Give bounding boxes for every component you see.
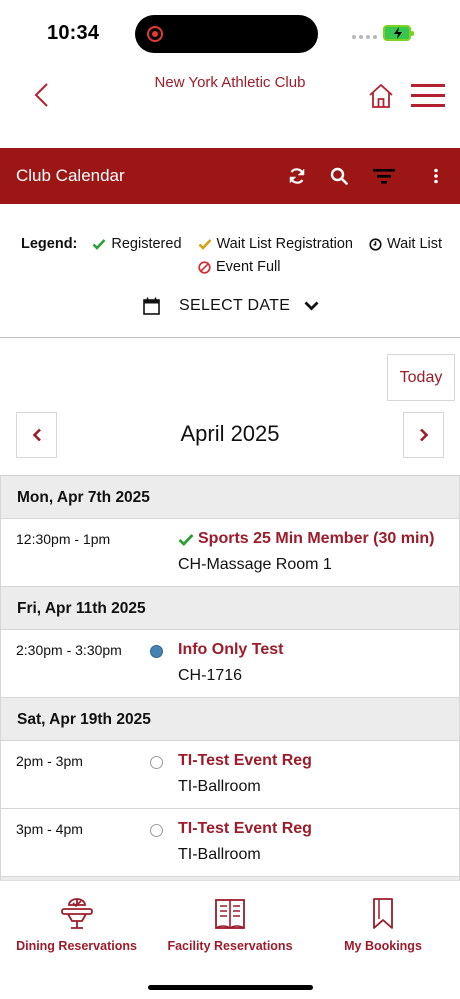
event-title[interactable]: Info Only Test — [178, 641, 283, 659]
book-open-icon — [215, 899, 245, 929]
registered-check-icon — [178, 533, 194, 546]
event-location: CH-1716 — [178, 667, 243, 684]
filter-icon — [373, 169, 395, 184]
event-location: CH-Massage Room 1 — [178, 556, 332, 573]
battery-charging-icon — [383, 25, 414, 41]
current-month: April 2025 — [180, 421, 280, 446]
event-title[interactable]: Sports 25 Min Member (30 min) — [178, 530, 435, 548]
more-options-button[interactable] — [422, 162, 450, 190]
more-vertical-icon — [434, 168, 438, 184]
event-row[interactable]: 2:30pm - 3:30pm Info Only Test CH-1716 — [0, 630, 460, 698]
next-month-button[interactable] — [403, 412, 444, 458]
dynamic-island — [135, 15, 318, 53]
divider — [0, 337, 460, 338]
legend-event-full: Event Full — [198, 259, 280, 275]
event-row[interactable]: 2pm - 3pm TI-Test Event Reg TI-Ballroom — [0, 741, 460, 809]
legend-waitlist-registration: Wait List Registration — [198, 236, 353, 252]
nav-dining-reservations[interactable]: Dining Reservations — [16, 897, 137, 953]
toolbar-title: Club Calendar — [16, 166, 125, 185]
ban-icon — [198, 260, 211, 274]
day-header: Mon, Apr 7th 2025 — [0, 476, 460, 519]
event-time: 2:30pm - 3:30pm — [16, 642, 122, 658]
bookmark-icon — [373, 898, 393, 929]
refresh-icon — [289, 168, 305, 184]
chevron-right-icon — [419, 428, 428, 442]
event-location: TI-Ballroom — [178, 778, 261, 795]
filter-button[interactable] — [370, 162, 398, 190]
home-indicator[interactable] — [148, 985, 313, 990]
event-list: Mon, Apr 7th 2025 12:30pm - 1pm Sports 2… — [0, 475, 460, 880]
home-icon — [369, 84, 393, 108]
check-icon — [198, 239, 211, 250]
event-time: 12:30pm - 1pm — [16, 531, 111, 547]
event-title[interactable]: TI-Test Event Reg — [178, 752, 312, 770]
menu-button[interactable] — [411, 82, 445, 108]
recording-indicator-icon — [147, 26, 163, 42]
event-row[interactable]: 3pm - 4pm TI-Test Event Reg TI-Ballroom — [0, 809, 460, 877]
status-time: 10:34 — [47, 22, 100, 44]
nav-facility-reservations[interactable]: Facility Reservations — [167, 897, 293, 953]
check-icon — [92, 239, 106, 250]
info-status-icon — [150, 645, 163, 658]
today-button[interactable]: Today — [387, 354, 455, 401]
event-row[interactable]: 12:30pm - 1pm Sports 25 Min Member (30 m… — [0, 519, 460, 587]
legend-registered: Registered — [92, 236, 182, 252]
search-button[interactable] — [325, 162, 353, 190]
app-header: New York Athletic Club — [0, 62, 460, 148]
bottom-nav: Dining Reservations Facility Reservation… — [0, 880, 460, 999]
event-location: TI-Ballroom — [178, 846, 261, 863]
calendar-icon — [143, 297, 160, 315]
legend-waitlist: Wait List — [369, 236, 442, 252]
day-header: Fri, Apr 11th 2025 — [0, 587, 460, 630]
select-date-label: SELECT DATE — [179, 297, 291, 314]
event-time: 3pm - 4pm — [16, 821, 83, 837]
event-title[interactable]: TI-Test Event Reg — [178, 820, 312, 838]
nav-my-bookings[interactable]: My Bookings — [344, 897, 422, 953]
search-icon — [330, 167, 348, 185]
open-status-icon — [150, 824, 163, 837]
signal-icon — [352, 35, 377, 39]
open-status-icon — [150, 756, 163, 769]
dining-table-icon — [60, 898, 93, 929]
status-bar: 10:34 — [0, 0, 460, 62]
day-header: Sat, Apr 19th 2025 — [0, 698, 460, 741]
calendar-toolbar: Club Calendar — [0, 148, 460, 204]
select-date-dropdown[interactable]: SELECT DATE — [143, 297, 319, 315]
refresh-button[interactable] — [283, 162, 311, 190]
chevron-down-icon — [304, 301, 319, 311]
legend-title: Legend: — [21, 236, 78, 252]
clock-icon — [369, 237, 382, 251]
event-time: 2pm - 3pm — [16, 753, 83, 769]
home-button[interactable] — [367, 82, 395, 110]
